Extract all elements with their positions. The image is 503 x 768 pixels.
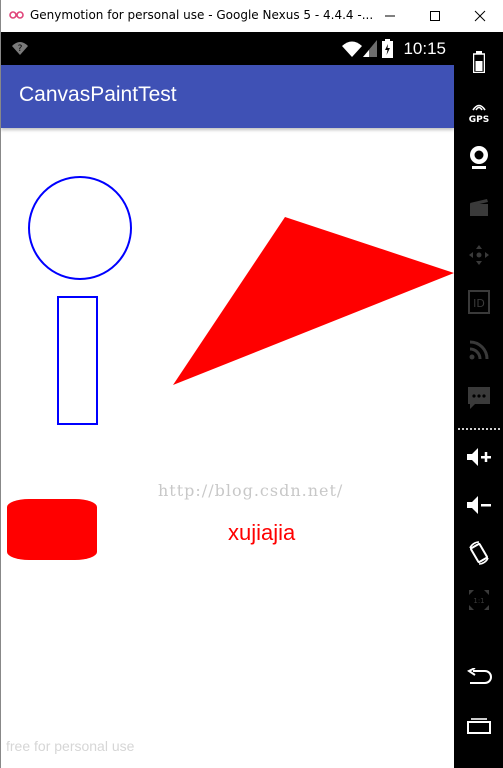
maximize-icon bbox=[429, 7, 441, 26]
scale-button[interactable]: 1:1 bbox=[454, 582, 503, 622]
sms-widget-button[interactable] bbox=[454, 380, 503, 420]
video-capture-icon bbox=[469, 197, 489, 221]
back-button[interactable] bbox=[454, 659, 503, 699]
cell-signal-icon bbox=[363, 40, 377, 61]
gps-label: GPS bbox=[468, 114, 490, 125]
minimize-button[interactable] bbox=[373, 0, 407, 32]
close-icon bbox=[474, 7, 486, 26]
status-bar: ? 10:15 bbox=[1, 32, 454, 65]
gps-widget-button[interactable]: GPS bbox=[454, 90, 503, 130]
canvas-text: xujiajia bbox=[228, 520, 296, 545]
personal-use-watermark: free for personal use bbox=[6, 738, 135, 754]
back-icon bbox=[466, 667, 492, 690]
volume-up-button[interactable] bbox=[454, 439, 503, 479]
rss-icon bbox=[469, 340, 489, 364]
recent-apps-icon bbox=[467, 716, 491, 738]
android-screen[interactable]: ? 10:15 CanvasPaintTest http://blog.csdn… bbox=[1, 32, 454, 768]
svg-text:1:1: 1:1 bbox=[473, 597, 484, 605]
device-id-widget-button[interactable]: ID bbox=[454, 284, 503, 324]
scale-icon: 1:1 bbox=[468, 589, 490, 615]
battery-icon bbox=[382, 39, 393, 62]
canvas-drawing bbox=[7, 176, 454, 560]
window-titlebar[interactable]: Genymotion for personal use - Google Nex… bbox=[1, 0, 503, 32]
recent-apps-button[interactable] bbox=[454, 707, 503, 747]
wifi-icon bbox=[341, 40, 363, 61]
blog-url-watermark: http://blog.csdn.net/ bbox=[158, 481, 344, 500]
capture-widget-button[interactable] bbox=[454, 189, 503, 229]
volume-up-icon bbox=[466, 447, 492, 471]
volume-down-icon bbox=[466, 495, 492, 519]
minimize-icon bbox=[384, 7, 396, 26]
camera-icon bbox=[468, 145, 490, 175]
device-id-icon: ID bbox=[468, 290, 490, 318]
battery-widget-button[interactable] bbox=[454, 44, 503, 84]
network-widget-button[interactable] bbox=[454, 332, 503, 372]
blue-circle-outline bbox=[28, 176, 132, 280]
sms-icon bbox=[467, 386, 491, 414]
blue-rectangle-outline bbox=[57, 296, 98, 425]
battery-icon bbox=[472, 51, 486, 77]
maximize-button[interactable] bbox=[418, 0, 452, 32]
genymotion-logo-icon bbox=[9, 10, 25, 22]
svg-text:?: ? bbox=[18, 44, 23, 54]
camera-widget-button[interactable] bbox=[454, 140, 503, 180]
rotate-button[interactable] bbox=[454, 535, 503, 575]
volume-down-button[interactable] bbox=[454, 487, 503, 527]
red-rounded-rectangle bbox=[7, 499, 97, 560]
unknown-signal-icon: ? bbox=[11, 40, 29, 60]
app-title: CanvasPaintTest bbox=[19, 83, 177, 106]
scroll-down-indicator bbox=[476, 757, 482, 768]
genymotion-window: Genymotion for personal use - Google Nex… bbox=[0, 0, 503, 768]
rotate-icon bbox=[467, 540, 491, 570]
close-button[interactable] bbox=[463, 0, 497, 32]
window-title: Genymotion for personal use - Google Nex… bbox=[30, 8, 374, 22]
svg-text:ID: ID bbox=[473, 297, 485, 310]
gps-icon bbox=[469, 96, 489, 115]
action-bar: CanvasPaintTest bbox=[1, 65, 454, 128]
paint-canvas[interactable]: http://blog.csdn.net/ xujiajia bbox=[1, 128, 454, 768]
dpad-icon bbox=[468, 244, 490, 270]
toolbar-separator bbox=[458, 428, 500, 430]
red-triangle bbox=[173, 217, 454, 385]
genymotion-toolbar: GPS ID 1:1 bbox=[454, 32, 503, 768]
dpad-widget-button[interactable] bbox=[454, 237, 503, 277]
status-clock: 10:15 bbox=[403, 39, 446, 58]
